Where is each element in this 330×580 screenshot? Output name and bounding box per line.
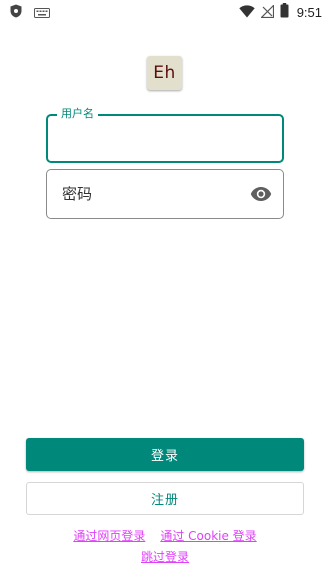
password-input[interactable] — [62, 170, 235, 218]
skip-login-row: 跳过登录 — [0, 549, 330, 565]
username-field[interactable]: 用户名 — [46, 107, 284, 163]
cookie-login-link[interactable]: 通过 Cookie 登录 — [160, 528, 256, 544]
app-logo: Eh — [147, 56, 182, 90]
app-logo-text: Eh — [153, 63, 176, 83]
register-button-label: 注册 — [150, 493, 179, 508]
keyboard-icon — [34, 3, 50, 22]
status-time: 9:51 — [296, 4, 322, 20]
alt-login-links: 通过网页登录 通过 Cookie 登录 — [0, 528, 330, 544]
status-bar: 9:51 — [0, 0, 330, 24]
login-button-label: 登录 — [150, 449, 179, 464]
skip-login-link[interactable]: 跳过登录 — [141, 549, 189, 565]
status-bar-left — [10, 4, 50, 20]
web-login-link[interactable]: 通过网页登录 — [73, 528, 145, 544]
register-button[interactable]: 注册 — [26, 482, 304, 515]
username-input[interactable] — [60, 128, 270, 151]
no-signal-icon — [259, 3, 274, 22]
username-label: 用户名 — [57, 107, 98, 121]
status-bar-right: 9:51 — [238, 2, 322, 22]
password-field[interactable] — [46, 169, 284, 219]
battery-icon — [280, 2, 289, 22]
eye-icon[interactable] — [250, 183, 272, 205]
shield-icon — [10, 3, 22, 22]
login-button[interactable]: 登录 — [26, 438, 304, 471]
wifi-icon — [238, 3, 255, 22]
